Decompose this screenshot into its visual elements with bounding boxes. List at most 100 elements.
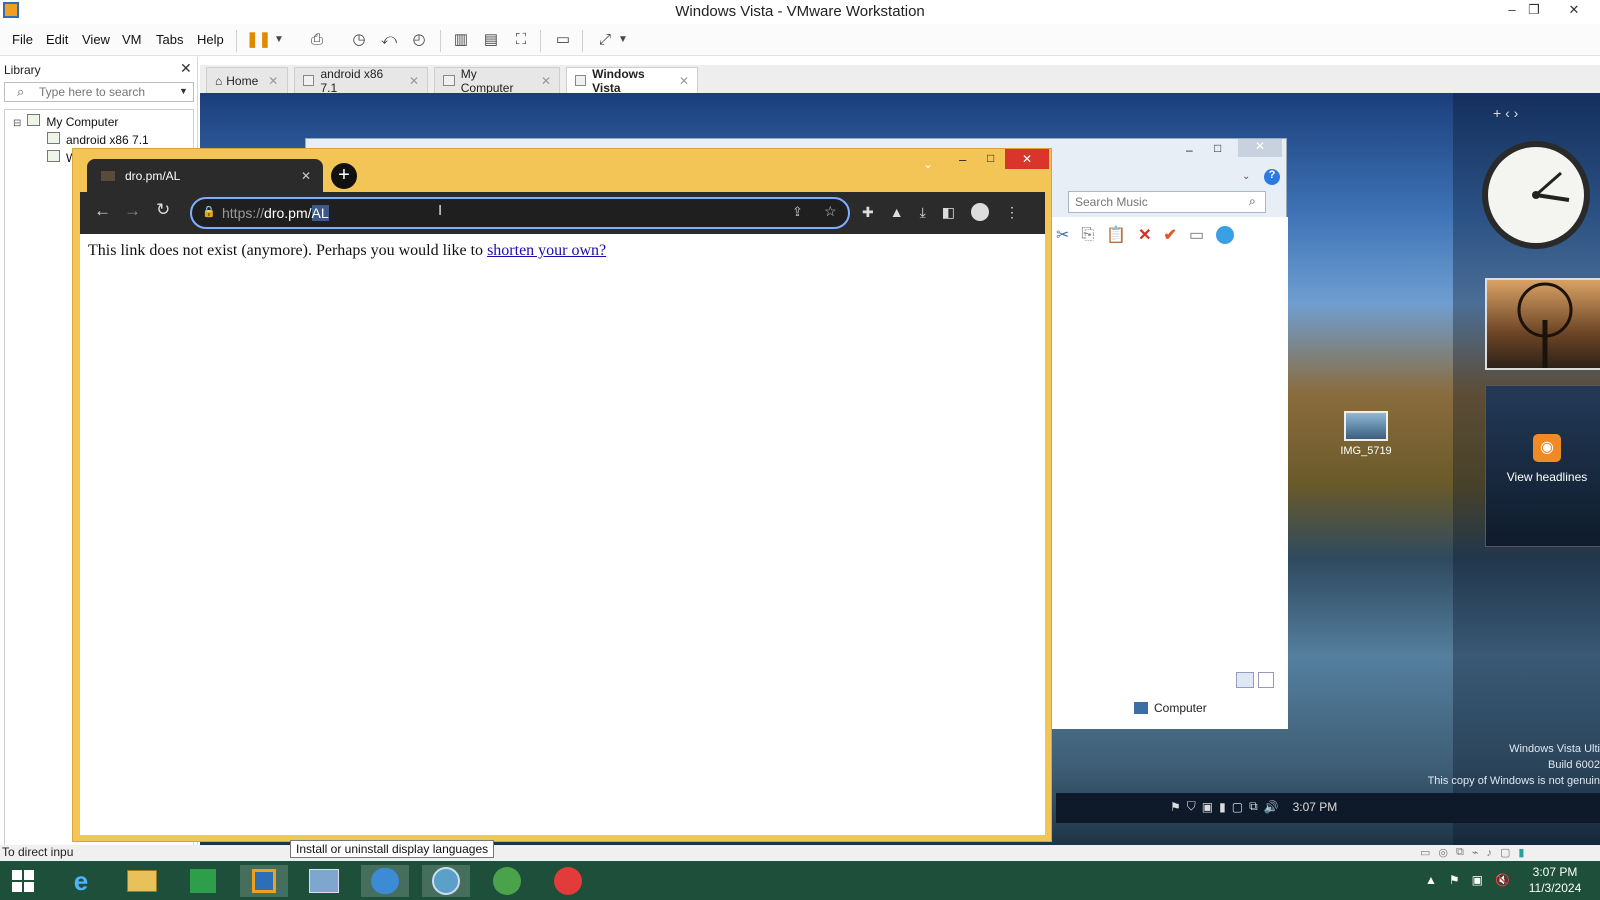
tab-search-icon[interactable]: ⌄ (923, 157, 933, 171)
action-center-icon[interactable]: ⚑ (1449, 873, 1460, 887)
share-icon[interactable]: ⇪ (792, 204, 803, 220)
thumbnail-bar-icon[interactable]: ▤ (480, 30, 502, 50)
tree-item-my-computer[interactable]: ⊟ My Computer (13, 114, 118, 129)
extensions-icon[interactable]: ✚ (862, 204, 874, 221)
library-search[interactable]: ⌕ ▼ (4, 82, 194, 102)
url-text[interactable]: https:// dro.pm/ AL (222, 205, 329, 221)
control-panel-icon[interactable] (300, 865, 348, 897)
menu-edit[interactable]: Edit (46, 32, 68, 47)
close-tab-icon[interactable]: ✕ (301, 169, 311, 183)
reload-icon[interactable]: ↻ (156, 200, 170, 220)
file-explorer-icon[interactable] (118, 865, 166, 897)
preview-view-icon[interactable] (1258, 672, 1274, 688)
maximize-icon[interactable]: □ (987, 151, 994, 165)
host-clock[interactable]: 3:07 PM 11/3/2024 (1518, 864, 1592, 896)
feed-headlines-gadget[interactable]: ◉ View headlines (1485, 385, 1600, 547)
close-icon[interactable]: ✕ (1238, 139, 1282, 157)
network-status-icon[interactable]: ⧉ (1249, 799, 1258, 814)
console-view-icon[interactable]: ▭ (552, 30, 574, 50)
collapse-icon[interactable]: ⊟ (13, 118, 21, 129)
tab-windows-vista[interactable]: Windows Vista ✕ (566, 67, 698, 95)
tab-android[interactable]: android x86 7.1 ✕ (294, 67, 428, 95)
maximize-icon[interactable]: □ (1214, 141, 1221, 155)
desktop-icon-img[interactable]: IMG_5719 (1340, 411, 1392, 457)
more-menu-icon[interactable]: ⋮ (1005, 204, 1019, 221)
properties-icon[interactable]: ▭ (1189, 225, 1204, 245)
menu-tabs[interactable]: Tabs (156, 32, 183, 47)
minimize-icon[interactable]: – (1186, 143, 1193, 157)
security-icon[interactable]: ▣ (1202, 800, 1213, 814)
address-bar[interactable]: 🔒 https:// dro.pm/ AL I ⇪ ☆ (190, 197, 850, 229)
sound-icon[interactable]: ♪ (1487, 847, 1493, 859)
search-icon[interactable]: ⌕ (1249, 194, 1256, 209)
message-icon[interactable]: ▮ (1518, 846, 1524, 859)
profile-avatar[interactable] (971, 203, 990, 221)
side-panel-icon[interactable]: ◧ (942, 204, 955, 221)
shorten-link[interactable]: shorten your own? (487, 242, 606, 259)
vmware-taskbar-icon[interactable] (240, 865, 288, 897)
labs-icon[interactable]: ▲ (890, 204, 904, 220)
media-app-icon[interactable] (544, 865, 592, 897)
app-globe-icon[interactable] (422, 865, 470, 897)
details-view-icon[interactable] (1236, 672, 1254, 688)
start-button[interactable] (0, 865, 46, 897)
checkmark-icon[interactable]: ✔ (1164, 225, 1177, 245)
network-app-icon[interactable] (361, 865, 409, 897)
cut-icon[interactable]: ✂ (1056, 225, 1069, 245)
close-icon[interactable]: ✕ (1552, 0, 1596, 22)
internet-download-icon[interactable] (483, 865, 531, 897)
menu-view[interactable]: View (82, 32, 110, 47)
shield-icon[interactable]: ⛉ (1187, 799, 1196, 814)
chevron-down-icon[interactable]: ▼ (179, 86, 188, 96)
store-icon[interactable] (179, 865, 227, 897)
browser-tab[interactable]: dro.pm/AL ✕ (87, 159, 323, 193)
close-icon[interactable]: ✕ (1005, 149, 1049, 169)
explorer-search[interactable]: ⌕ (1068, 191, 1266, 213)
minimize-icon[interactable]: – (959, 152, 966, 167)
back-icon[interactable]: ← (94, 201, 111, 221)
close-icon[interactable]: ✕ (268, 74, 278, 88)
close-icon[interactable]: ✕ (541, 74, 551, 88)
volume-icon[interactable]: 🔇 (1495, 873, 1510, 887)
show-hidden-icons[interactable]: ▲ (1425, 873, 1437, 887)
tree-item-vm[interactable]: android x86 7.1 (47, 132, 149, 147)
hard-disk-icon[interactable]: ▭ (1420, 846, 1430, 859)
pause-icon[interactable]: ❚❚ (246, 30, 271, 50)
close-icon[interactable]: ✕ (409, 74, 419, 88)
new-tab-button[interactable]: + (331, 163, 357, 189)
tab-my-computer[interactable]: My Computer ✕ (434, 67, 560, 95)
menu-help[interactable]: Help (197, 32, 224, 47)
snapshot-icon[interactable]: ◷ (348, 30, 370, 50)
download-icon[interactable]: ⤓ (920, 204, 926, 221)
display-icon[interactable]: ▢ (1500, 846, 1510, 859)
network-adapter-icon[interactable]: ⧉ (1456, 846, 1464, 859)
cd-icon[interactable]: ◎ (1438, 846, 1448, 859)
menu-file[interactable]: File (12, 32, 33, 47)
add-gadget-icon[interactable]: + ‹ › (1493, 105, 1518, 121)
globe-icon[interactable] (1216, 226, 1235, 244)
delete-icon[interactable]: ✕ (1138, 225, 1151, 245)
network-icon[interactable]: ⚑ (1170, 800, 1181, 814)
revert-snapshot-icon[interactable]: ⤺ (378, 30, 400, 50)
bookmark-star-icon[interactable]: ☆ (824, 203, 837, 220)
restore-icon[interactable]: ❐ (1512, 0, 1556, 22)
guest-clock[interactable]: 3:07 PM (1293, 800, 1338, 814)
display-icon[interactable]: ▢ (1232, 800, 1243, 814)
menu-vm[interactable]: VM (122, 32, 142, 47)
chevron-down-icon[interactable]: ▼ (612, 30, 634, 50)
close-icon[interactable]: ✕ (679, 74, 689, 88)
explorer-search-input[interactable] (1075, 195, 1235, 209)
chrome-window[interactable]: dro.pm/AL ✕ + ⌄ – □ ✕ ← → ↻ 🔒 https:// d… (72, 148, 1052, 842)
library-search-input[interactable] (39, 85, 169, 99)
usb-icon[interactable]: ⌁ (1472, 846, 1479, 859)
volume-icon[interactable]: 🔊 (1264, 800, 1279, 814)
full-screen-icon[interactable]: ⛶ (510, 30, 532, 50)
network-icon[interactable]: ▣ (1472, 873, 1483, 887)
copy-icon[interactable]: ⎘ (1081, 226, 1094, 244)
internet-explorer-icon[interactable]: e (57, 865, 105, 897)
tab-home[interactable]: ⌂ Home ✕ (206, 67, 288, 93)
send-ctrl-alt-del-icon[interactable]: ⎙ (306, 30, 328, 50)
snapshot-manager-icon[interactable]: ◴ (408, 30, 430, 50)
chevron-down-icon[interactable]: ⌄ (1242, 171, 1250, 182)
battery-icon[interactable]: ▮ (1219, 800, 1226, 814)
